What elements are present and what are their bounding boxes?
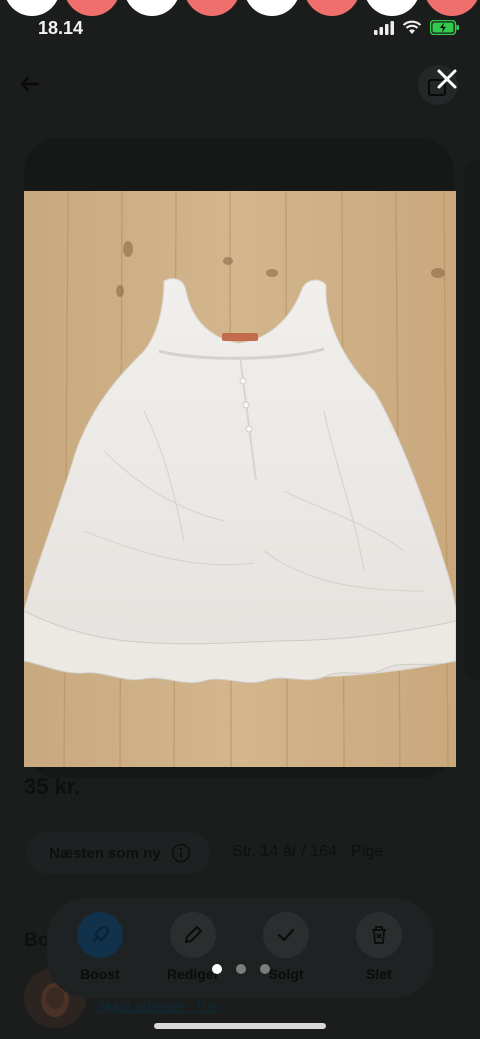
story-dots [0, 0, 480, 16]
pager-dot-active[interactable] [212, 964, 222, 974]
trash-icon [372, 926, 386, 944]
delete-label: Slet [366, 966, 392, 982]
story-dot [244, 0, 300, 16]
product-image [24, 191, 456, 767]
address-link[interactable]: Skjult adresse · 0 m [97, 998, 221, 1014]
image-pager [212, 964, 270, 974]
wifi-icon [402, 20, 422, 34]
boost-icon [92, 926, 109, 943]
delete-circle [356, 912, 402, 958]
status-bar: 18.14 [0, 18, 480, 42]
story-dot [124, 0, 180, 16]
boost-label: Boost [80, 966, 120, 982]
listing-photo[interactable] [24, 191, 456, 767]
story-dot [4, 0, 60, 16]
condition-chip[interactable]: Næsten som ny [26, 832, 210, 874]
owner-action-bar: Boost Rediger Solgt Slet [47, 898, 434, 998]
condition-label: Næsten som ny [49, 844, 161, 862]
next-card-peek [464, 160, 480, 680]
boost-button[interactable]: Boost [60, 912, 140, 982]
close-button[interactable] [430, 62, 464, 96]
edit-circle [170, 912, 216, 958]
story-dot [64, 0, 120, 16]
story-dot [364, 0, 420, 16]
boost-circle [77, 912, 123, 958]
section-heading: Bo [24, 930, 50, 951]
home-indicator[interactable] [154, 1023, 326, 1029]
sold-circle [263, 912, 309, 958]
signal-icon [374, 20, 394, 35]
back-arrow-icon [20, 76, 40, 92]
story-dot [304, 0, 360, 16]
back-button[interactable] [16, 70, 44, 98]
delete-button[interactable]: Slet [339, 912, 419, 982]
battery-icon [430, 20, 459, 35]
listing-price: 35 kr. [24, 774, 81, 799]
status-icons [374, 20, 460, 35]
status-time: 18.14 [38, 18, 84, 38]
story-dot [424, 0, 480, 16]
close-icon [437, 69, 457, 89]
check-icon [277, 928, 295, 942]
pencil-icon [185, 926, 202, 943]
pager-dot[interactable] [236, 964, 246, 974]
info-icon[interactable] [171, 843, 191, 863]
pager-dot[interactable] [260, 964, 270, 974]
size-label: Str. 14 år / 164 · Pige [232, 843, 384, 860]
story-dot [184, 0, 240, 16]
